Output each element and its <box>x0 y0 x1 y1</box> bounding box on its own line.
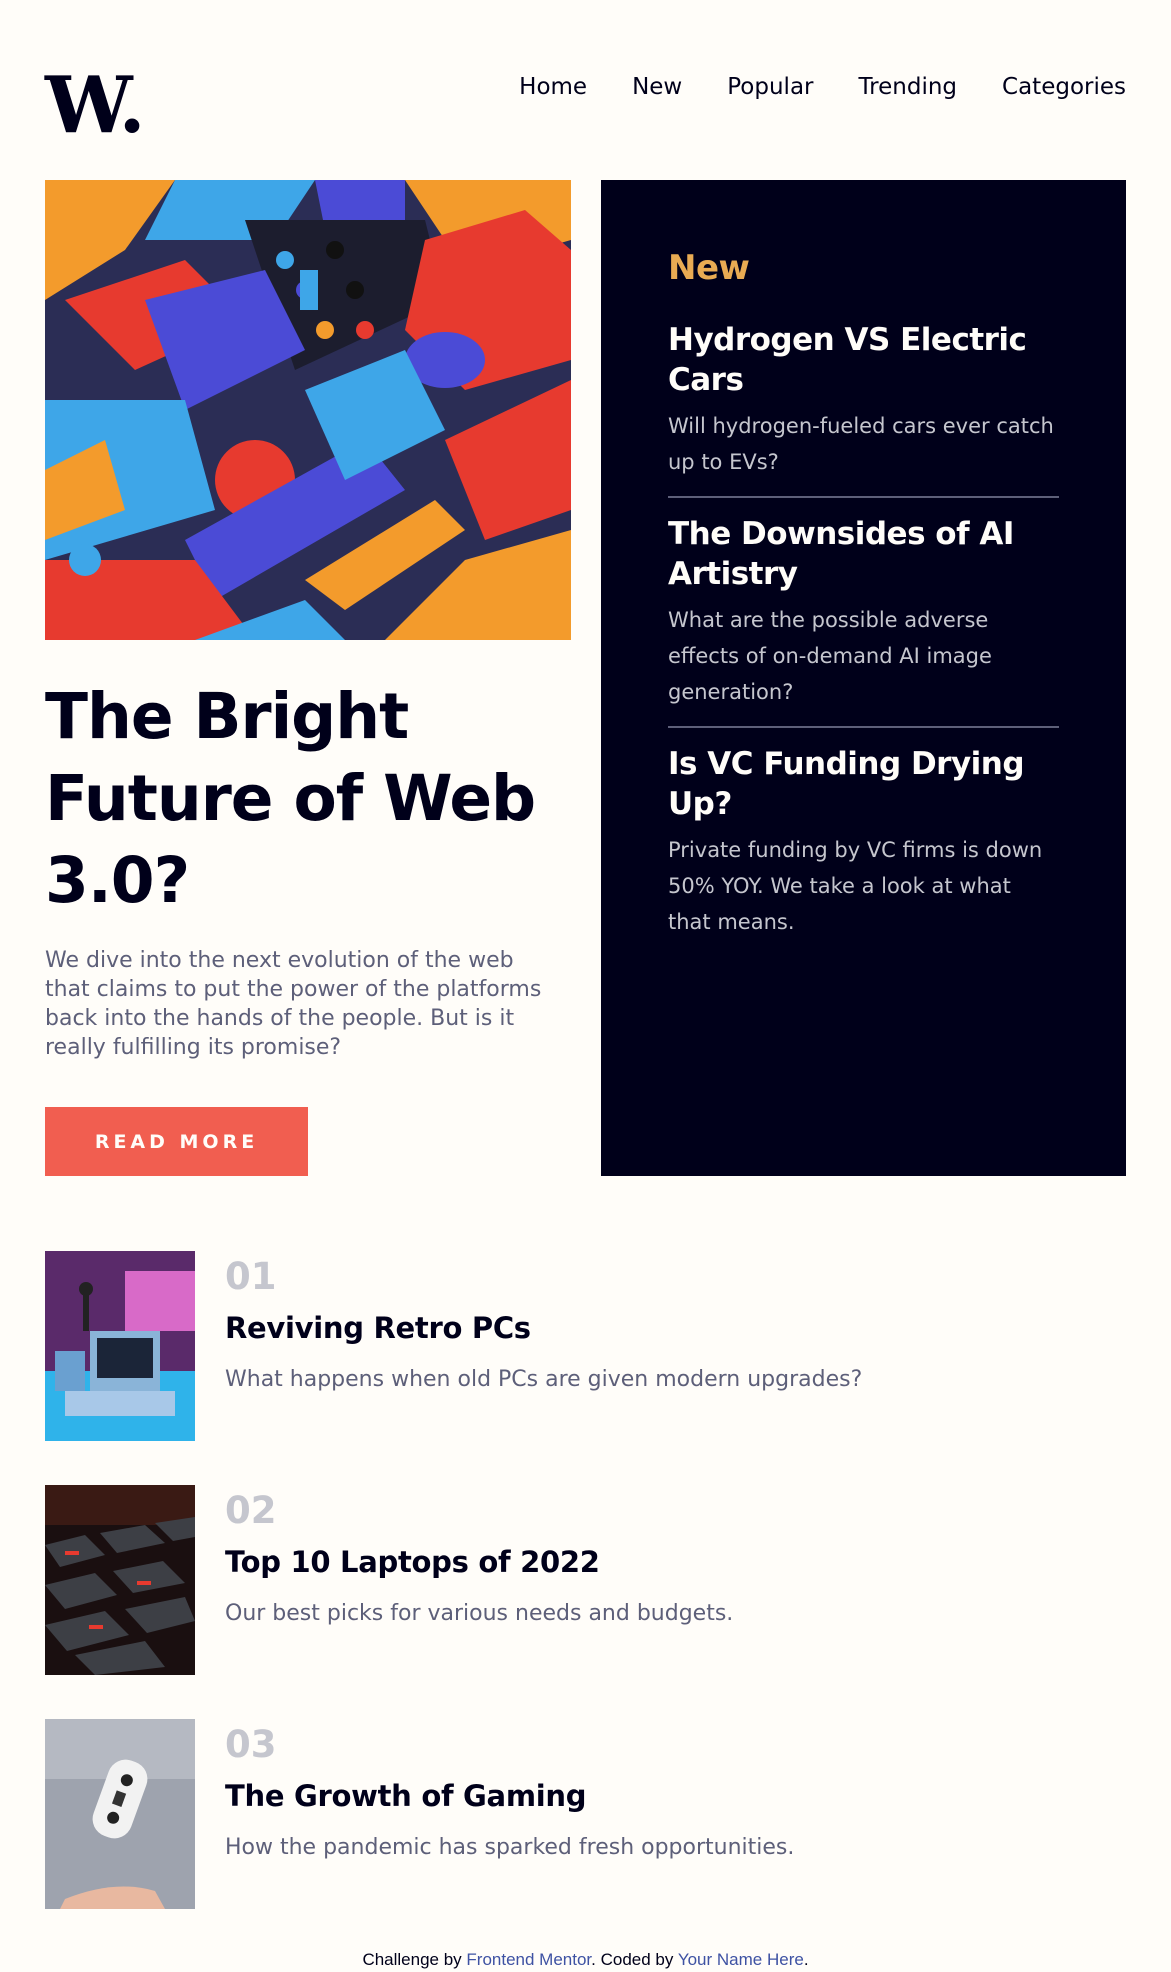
nav-categories-link[interactable]: Categories <box>1002 74 1126 100</box>
list-title[interactable]: Top 10 Laptops of 2022 <box>225 1545 600 1579</box>
author-link[interactable]: Your Name Here <box>678 1950 804 1969</box>
site-logo[interactable]: W. <box>45 67 146 145</box>
list-item: 02 Top 10 Laptops of 2022 Our best picks… <box>45 1485 1126 1675</box>
new-item-title[interactable]: The Downsides of AI Artistry <box>668 514 1059 594</box>
list-number: 02 <box>225 1489 277 1532</box>
new-item-title[interactable]: Is VC Funding Drying Up? <box>668 744 1059 824</box>
list-number: 03 <box>225 1723 277 1766</box>
footer-prefix: Challenge by <box>362 1950 462 1969</box>
new-panel-heading: New <box>668 248 750 288</box>
list-item: 01 Reviving Retro PCs What happens when … <box>45 1251 1126 1441</box>
new-item[interactable]: Hydrogen VS Electric Cars Will hydrogen-… <box>668 320 1059 480</box>
retro-pc-thumbnail <box>45 1251 195 1441</box>
new-item-text: Private funding by VC firms is down 50% … <box>668 838 1043 934</box>
new-articles-panel: New Hydrogen VS Electric Cars Will hydro… <box>601 180 1126 1176</box>
divider <box>668 726 1059 728</box>
nav-trending-link[interactable]: Trending <box>859 74 958 100</box>
attribution-footer: Challenge by Frontend Mentor. Coded by Y… <box>0 1950 1171 1970</box>
nav-home-link[interactable]: Home <box>519 74 587 100</box>
new-item-text: Will hydrogen-fueled cars ever catch up … <box>668 414 1054 474</box>
frontend-mentor-link[interactable]: Frontend Mentor <box>466 1950 591 1969</box>
list-description: What happens when old PCs are given mode… <box>225 1367 863 1392</box>
hero-description: We dive into the next evolution of the w… <box>45 948 542 1060</box>
laptop-keyboard-thumbnail <box>45 1485 195 1675</box>
nav-new-link[interactable]: New <box>632 74 682 100</box>
footer-suffix: . <box>803 1950 809 1969</box>
list-description: How the pandemic has sparked fresh oppor… <box>225 1835 795 1860</box>
new-item-title[interactable]: Hydrogen VS Electric Cars <box>668 320 1059 400</box>
main-nav: Home New Popular Trending Categories <box>519 74 1126 100</box>
list-title[interactable]: The Growth of Gaming <box>225 1779 586 1813</box>
nav-popular-link[interactable]: Popular <box>727 74 813 100</box>
divider <box>668 496 1059 498</box>
new-item[interactable]: Is VC Funding Drying Up? Private funding… <box>668 744 1059 940</box>
hero-title: The Bright Future of Web 3.0? <box>45 680 536 917</box>
list-number: 01 <box>225 1255 277 1298</box>
new-item[interactable]: The Downsides of AI Artistry What are th… <box>668 514 1059 710</box>
list-item: 03 The Growth of Gaming How the pandemic… <box>45 1719 1126 1909</box>
hero-image <box>45 180 571 640</box>
list-title[interactable]: Reviving Retro PCs <box>225 1311 531 1345</box>
footer-middle: . Coded by <box>591 1950 674 1969</box>
read-more-button[interactable]: READ MORE <box>45 1107 308 1176</box>
list-description: Our best picks for various needs and bud… <box>225 1601 734 1626</box>
new-item-text: What are the possible adverse effects of… <box>668 608 992 704</box>
gaming-controller-thumbnail <box>45 1719 195 1909</box>
